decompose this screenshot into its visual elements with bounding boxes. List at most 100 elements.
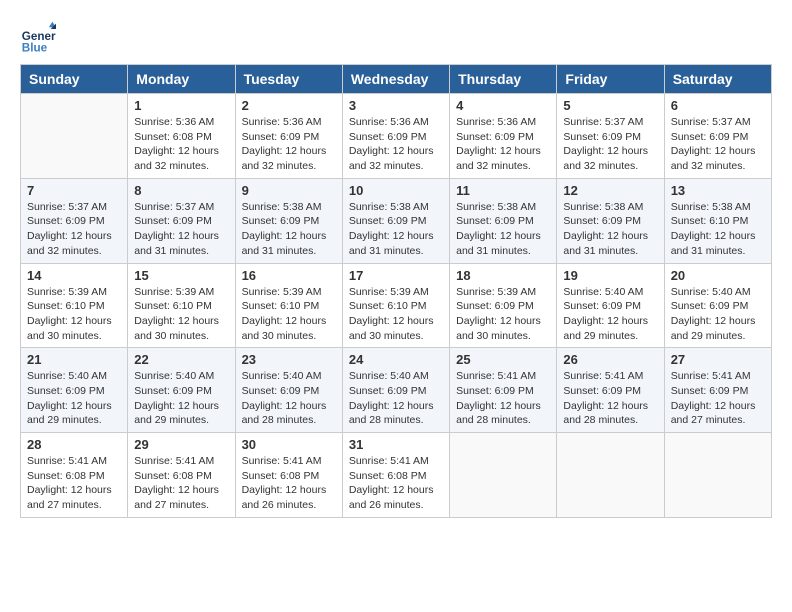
svg-text:Blue: Blue [22,42,48,55]
day-info: Sunrise: 5:41 AMSunset: 6:09 PMDaylight:… [563,370,648,426]
day-number: 17 [349,268,443,283]
day-info: Sunrise: 5:39 AMSunset: 6:10 PMDaylight:… [27,286,112,342]
calendar-table: SundayMondayTuesdayWednesdayThursdayFrid… [20,64,772,518]
calendar-cell: 5 Sunrise: 5:37 AMSunset: 6:09 PMDaylight… [557,94,664,179]
day-number: 2 [242,98,336,113]
day-info: Sunrise: 5:41 AMSunset: 6:08 PMDaylight:… [27,455,112,511]
calendar-cell: 18Sunrise: 5:39 AMSunset: 6:09 PMDayligh… [450,263,557,348]
calendar-cell: 21 Sunrise: 5:40 AMSunset: 6:09 PMDayligh… [21,348,128,433]
day-info: Sunrise: 5:36 AMSunset: 6:09 PMDaylight:… [242,116,327,172]
calendar-cell: 30 Sunrise: 5:41 AMSunset: 6:08 PMDayligh… [235,433,342,518]
day-info: Sunrise: 5:41 AMSunset: 6:09 PMDaylight:… [456,370,541,426]
weekday-header-thursday: Thursday [450,65,557,94]
day-number: 9 [242,183,336,198]
day-info: Sunrise: 5:40 AMSunset: 6:09 PMDaylight:… [242,370,327,426]
weekday-header-monday: Monday [128,65,235,94]
day-number: 20 [671,268,765,283]
day-number: 22 [134,352,228,367]
calendar-cell: 15 Sunrise: 5:39 AMSunset: 6:10 PMDayligh… [128,263,235,348]
day-info: Sunrise: 5:41 AMSunset: 6:08 PMDaylight:… [242,455,327,511]
day-info: Sunrise: 5:41 AMSunset: 6:08 PMDaylight:… [134,455,219,511]
calendar-cell [557,433,664,518]
day-number: 4 [456,98,550,113]
day-info: Sunrise: 5:38 AMSunset: 6:09 PMDaylight:… [242,201,327,257]
calendar-cell: 14Sunrise: 5:39 AMSunset: 6:10 PMDayligh… [21,263,128,348]
calendar-cell: 31 Sunrise: 5:41 AMSunset: 6:08 PMDayligh… [342,433,449,518]
day-number: 15 [134,268,228,283]
calendar-week-5: 28 Sunrise: 5:41 AMSunset: 6:08 PMDayligh… [21,433,772,518]
day-number: 16 [242,268,336,283]
day-info: Sunrise: 5:36 AMSunset: 6:09 PMDaylight:… [456,116,541,172]
day-number: 5 [563,98,657,113]
day-info: Sunrise: 5:36 AMSunset: 6:09 PMDaylight:… [349,116,434,172]
day-number: 24 [349,352,443,367]
day-info: Sunrise: 5:40 AMSunset: 6:09 PMDaylight:… [349,370,434,426]
day-number: 6 [671,98,765,113]
calendar-cell: 2 Sunrise: 5:36 AMSunset: 6:09 PMDaylight… [235,94,342,179]
day-info: Sunrise: 5:38 AMSunset: 6:09 PMDaylight:… [563,201,648,257]
day-number: 31 [349,437,443,452]
calendar-cell: 16 Sunrise: 5:39 AMSunset: 6:10 PMDayligh… [235,263,342,348]
day-info: Sunrise: 5:38 AMSunset: 6:09 PMDaylight:… [349,201,434,257]
calendar-week-1: 1 Sunrise: 5:36 AMSunset: 6:08 PMDaylight… [21,94,772,179]
day-info: Sunrise: 5:41 AMSunset: 6:09 PMDaylight:… [671,370,756,426]
day-number: 29 [134,437,228,452]
day-info: Sunrise: 5:36 AMSunset: 6:08 PMDaylight:… [134,116,219,172]
calendar-cell: 26 Sunrise: 5:41 AMSunset: 6:09 PMDayligh… [557,348,664,433]
calendar-week-2: 7Sunrise: 5:37 AMSunset: 6:09 PMDaylight… [21,178,772,263]
calendar-cell: 20 Sunrise: 5:40 AMSunset: 6:09 PMDayligh… [664,263,771,348]
weekday-header-wednesday: Wednesday [342,65,449,94]
day-number: 8 [134,183,228,198]
logo: General Blue [20,20,60,56]
day-number: 10 [349,183,443,198]
weekday-header-sunday: Sunday [21,65,128,94]
day-info: Sunrise: 5:40 AMSunset: 6:09 PMDaylight:… [671,286,756,342]
day-info: Sunrise: 5:37 AMSunset: 6:09 PMDaylight:… [671,116,756,172]
calendar-cell: 24 Sunrise: 5:40 AMSunset: 6:09 PMDayligh… [342,348,449,433]
calendar-cell: 8Sunrise: 5:37 AMSunset: 6:09 PMDaylight… [128,178,235,263]
day-number: 11 [456,183,550,198]
calendar-cell: 19Sunrise: 5:40 AMSunset: 6:09 PMDayligh… [557,263,664,348]
calendar-cell: 12 Sunrise: 5:38 AMSunset: 6:09 PMDayligh… [557,178,664,263]
day-number: 23 [242,352,336,367]
day-number: 26 [563,352,657,367]
day-number: 25 [456,352,550,367]
calendar-cell: 4 Sunrise: 5:36 AMSunset: 6:09 PMDaylight… [450,94,557,179]
calendar-week-4: 21 Sunrise: 5:40 AMSunset: 6:09 PMDayligh… [21,348,772,433]
day-info: Sunrise: 5:37 AMSunset: 6:09 PMDaylight:… [563,116,648,172]
day-number: 18 [456,268,550,283]
calendar-cell: 17 Sunrise: 5:39 AMSunset: 6:10 PMDayligh… [342,263,449,348]
day-number: 21 [27,352,121,367]
calendar-cell: 13 Sunrise: 5:38 AMSunset: 6:10 PMDayligh… [664,178,771,263]
calendar-cell [21,94,128,179]
day-info: Sunrise: 5:38 AMSunset: 6:10 PMDaylight:… [671,201,756,257]
calendar-cell: 1 Sunrise: 5:36 AMSunset: 6:08 PMDaylight… [128,94,235,179]
day-number: 13 [671,183,765,198]
day-info: Sunrise: 5:40 AMSunset: 6:09 PMDaylight:… [563,286,648,342]
calendar-cell: 7Sunrise: 5:37 AMSunset: 6:09 PMDaylight… [21,178,128,263]
logo-icon: General Blue [20,20,56,56]
calendar-body: 1 Sunrise: 5:36 AMSunset: 6:08 PMDaylight… [21,94,772,518]
calendar-cell [450,433,557,518]
day-number: 27 [671,352,765,367]
calendar-week-3: 14Sunrise: 5:39 AMSunset: 6:10 PMDayligh… [21,263,772,348]
day-info: Sunrise: 5:37 AMSunset: 6:09 PMDaylight:… [27,201,112,257]
weekday-header-friday: Friday [557,65,664,94]
day-number: 3 [349,98,443,113]
day-info: Sunrise: 5:41 AMSunset: 6:08 PMDaylight:… [349,455,434,511]
calendar-cell: 11 Sunrise: 5:38 AMSunset: 6:09 PMDayligh… [450,178,557,263]
calendar-cell: 27 Sunrise: 5:41 AMSunset: 6:09 PMDayligh… [664,348,771,433]
day-info: Sunrise: 5:38 AMSunset: 6:09 PMDaylight:… [456,201,541,257]
day-info: Sunrise: 5:39 AMSunset: 6:10 PMDaylight:… [134,286,219,342]
calendar-cell: 29 Sunrise: 5:41 AMSunset: 6:08 PMDayligh… [128,433,235,518]
day-number: 28 [27,437,121,452]
day-info: Sunrise: 5:39 AMSunset: 6:10 PMDaylight:… [349,286,434,342]
calendar-cell: 3 Sunrise: 5:36 AMSunset: 6:09 PMDaylight… [342,94,449,179]
day-number: 1 [134,98,228,113]
day-number: 30 [242,437,336,452]
day-info: Sunrise: 5:40 AMSunset: 6:09 PMDaylight:… [134,370,219,426]
day-number: 12 [563,183,657,198]
day-info: Sunrise: 5:39 AMSunset: 6:10 PMDaylight:… [242,286,327,342]
day-info: Sunrise: 5:40 AMSunset: 6:09 PMDaylight:… [27,370,112,426]
calendar-header-row: SundayMondayTuesdayWednesdayThursdayFrid… [21,65,772,94]
